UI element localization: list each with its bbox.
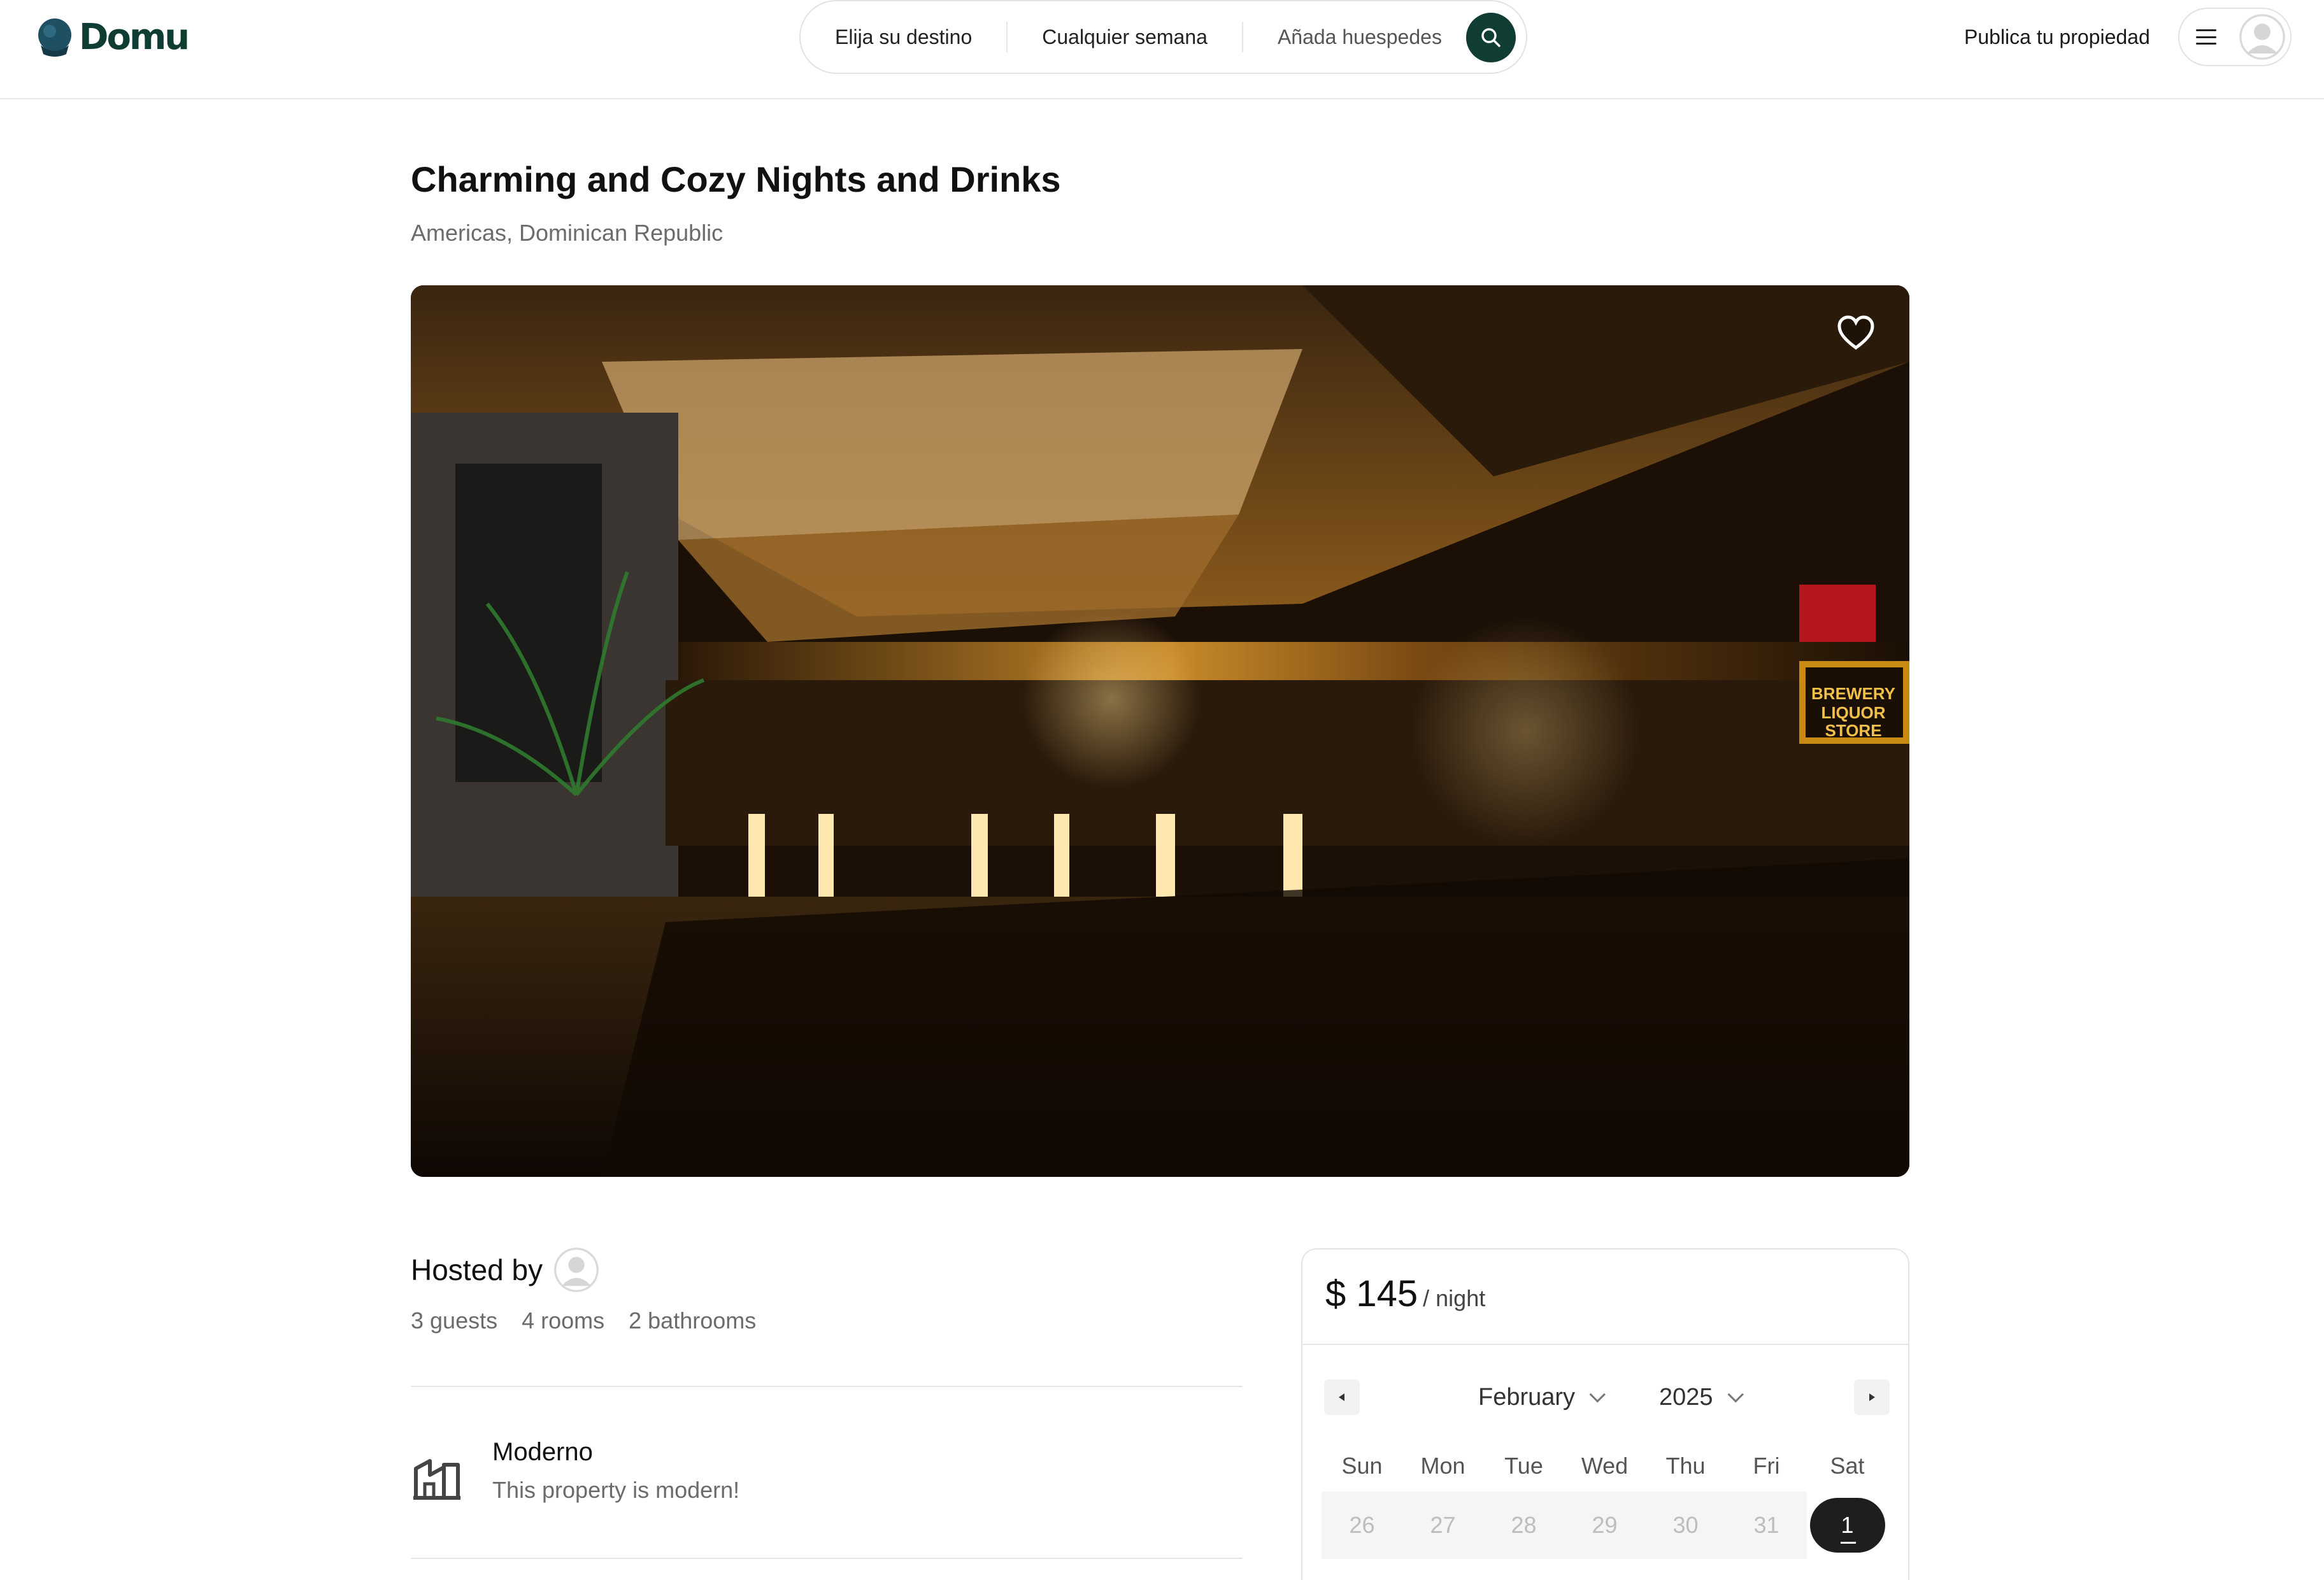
calendar-day-disabled: 29: [1564, 1491, 1645, 1559]
weekday-label: Sat: [1830, 1453, 1865, 1479]
feature-description: This property is modern!: [492, 1477, 740, 1503]
search-button[interactable]: [1466, 13, 1516, 62]
brand-name: Domu: [79, 17, 190, 58]
listing-title: Charming and Cozy Nights and Drinks: [411, 159, 1061, 199]
chevron-down-icon: [1589, 1386, 1606, 1403]
chevron-down-icon: [1727, 1386, 1744, 1403]
calendar-day-disabled: 31: [1726, 1491, 1807, 1559]
destination-field[interactable]: Elija su destino: [801, 22, 1006, 52]
search-icon: [1481, 28, 1501, 47]
weekday-label: Mon: [1420, 1453, 1465, 1479]
week-field[interactable]: Cualquier semana: [1006, 22, 1242, 52]
feature-item: Moderno This property is modern!: [411, 1433, 739, 1509]
weekday-label: Fri: [1753, 1453, 1780, 1479]
svg-text:BREWERY: BREWERY: [1811, 684, 1895, 703]
calendar-day-selected[interactable]: 1: [1807, 1491, 1888, 1559]
calendar-week-row: 26 27 28 29 30 31 1: [1322, 1491, 1888, 1559]
user-avatar: [2239, 14, 2285, 60]
logo-icon: [38, 18, 71, 57]
next-month-button[interactable]: [1854, 1379, 1890, 1415]
publish-property-link[interactable]: Publica tu propiedad: [1964, 22, 2150, 52]
svg-text:STORE: STORE: [1825, 721, 1881, 740]
heart-icon[interactable]: [1837, 315, 1875, 350]
section-divider: [411, 1386, 1243, 1387]
bar-interior-photo: BREWERY LIQUOR STORE: [411, 285, 1909, 1177]
booking-card: $ 145 / night February 2025 Sun Mon Tue …: [1301, 1248, 1909, 1580]
building-icon: [413, 1459, 460, 1500]
listing-stats: 3 guests 4 rooms 2 bathrooms: [411, 1306, 756, 1336]
price-row: $ 145 / night: [1325, 1271, 1485, 1317]
guests-field[interactable]: Añada huespedes: [1241, 22, 1476, 52]
calendar-day-disabled: 26: [1322, 1491, 1402, 1559]
user-menu-button[interactable]: [2178, 8, 2292, 66]
selected-day-label: 1: [1809, 1498, 1885, 1553]
search-bar[interactable]: Elija su destino Cualquier semana Añada …: [799, 0, 1527, 74]
month-select[interactable]: February: [1478, 1379, 1606, 1415]
bathrooms-count: 2 bathrooms: [629, 1307, 757, 1334]
feature-title: Moderno: [492, 1438, 593, 1466]
hamburger-icon: [2196, 29, 2216, 45]
weekday-header: Sun Mon Tue Wed Thu Fri Sat: [1322, 1446, 1888, 1486]
rooms-count: 4 rooms: [522, 1307, 605, 1334]
calendar-day-disabled: 30: [1645, 1491, 1726, 1559]
svg-text:LIQUOR: LIQUOR: [1821, 703, 1885, 722]
listing-photo: BREWERY LIQUOR STORE: [411, 285, 1909, 1177]
prev-month-button[interactable]: [1324, 1379, 1360, 1415]
calendar-day-disabled: 27: [1402, 1491, 1483, 1559]
caret-right-icon: [1869, 1393, 1875, 1401]
weekday-label: Sun: [1341, 1453, 1383, 1479]
price-unit: / night: [1423, 1285, 1486, 1311]
weekday-label: Tue: [1504, 1453, 1543, 1479]
year-value: 2025: [1659, 1383, 1713, 1411]
section-divider: [411, 1558, 1243, 1559]
listing-location: Americas, Dominican Republic: [411, 220, 724, 246]
card-divider: [1302, 1344, 1908, 1345]
calendar-day-disabled: 28: [1483, 1491, 1564, 1559]
hosted-by-label: Hosted by: [411, 1253, 543, 1286]
host-avatar[interactable]: [554, 1248, 599, 1292]
top-navbar: Domu Elija su destino Cualquier semana A…: [0, 0, 2324, 99]
hosted-by-row: Hosted by: [411, 1247, 599, 1293]
weekday-label: Wed: [1581, 1453, 1629, 1479]
nightly-price: $ 145: [1325, 1273, 1418, 1314]
brand-logo[interactable]: Domu: [36, 17, 190, 58]
guests-count: 3 guests: [411, 1307, 498, 1334]
caret-left-icon: [1339, 1393, 1344, 1401]
month-value: February: [1478, 1383, 1576, 1411]
weekday-label: Thu: [1665, 1453, 1706, 1479]
year-select[interactable]: 2025: [1659, 1379, 1744, 1415]
